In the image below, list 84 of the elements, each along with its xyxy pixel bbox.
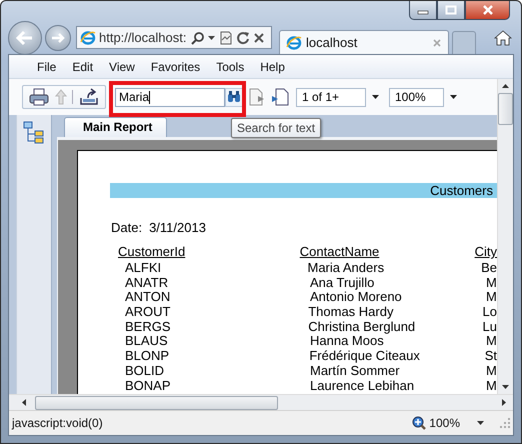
stop-icon[interactable] <box>253 32 266 44</box>
menu-item[interactable]: File <box>29 60 64 74</box>
forward-button[interactable] <box>45 24 71 50</box>
home-icon[interactable] <box>494 30 512 46</box>
tab-title: localhost <box>306 35 358 50</box>
table-cell-text: M <box>485 364 497 378</box>
back-button[interactable] <box>8 20 42 54</box>
table-cell-text: BOLID <box>124 364 166 378</box>
close-button[interactable] <box>465 1 510 20</box>
menu-item[interactable]: Favorites <box>142 60 208 74</box>
dropdown-arrow-icon[interactable] <box>477 420 485 426</box>
table-cell-text: BLAUS <box>124 334 169 350</box>
page-arrow-icon[interactable] <box>271 88 289 106</box>
table-cell-text: M <box>485 290 497 306</box>
table-cell-text: Lu <box>482 320 497 334</box>
resize-grip-icon[interactable] <box>500 418 510 428</box>
maximize-button[interactable] <box>437 1 465 20</box>
table-cell-text: M <box>485 276 497 290</box>
table-cell-text: Christina Berglund <box>307 320 416 334</box>
tree-icon[interactable] <box>23 121 45 145</box>
menu-item[interactable]: Tools <box>208 60 252 74</box>
maximize-icon <box>445 5 457 15</box>
page-field[interactable]: 1 of 1+ <box>296 88 366 106</box>
table-cell-text: BONAP <box>124 378 172 394</box>
table-cell-text: ANTON <box>124 290 172 306</box>
export-icon[interactable] <box>79 88 100 106</box>
globe-e-icon <box>80 30 96 46</box>
scroll-thumb[interactable] <box>35 396 278 410</box>
page-arrow-icon[interactable] <box>248 88 266 106</box>
table-cell-text: ALFKI <box>124 261 162 276</box>
table-cell-text: ANATR <box>124 276 170 290</box>
vertical-scrollbar[interactable] <box>497 79 513 394</box>
table-cell-text: BERGS <box>124 320 172 334</box>
close-icon <box>482 5 494 15</box>
table-cell-text: Frédérique Citeaux <box>308 349 421 364</box>
column-header: ContactName <box>300 243 380 261</box>
address-text: http://localhost: <box>99 30 186 45</box>
table-cell-text: Be <box>480 261 497 276</box>
scroll-right-icon[interactable] <box>501 398 507 406</box>
table-cell-text: Hanna Moos <box>309 334 384 350</box>
report-title: Customers <box>430 183 493 198</box>
address-field[interactable]: http://localhost: <box>76 26 272 49</box>
dropdown-arrow-icon[interactable] <box>208 34 216 40</box>
column-header: City <box>474 243 497 261</box>
table-cell-text: Thomas Hardy <box>307 305 394 320</box>
search-field[interactable]: Maria <box>115 88 225 106</box>
table-cell-text: AROUT <box>124 305 172 320</box>
report-tab[interactable]: Main Report <box>64 117 168 137</box>
menu-item[interactable]: Edit <box>64 60 102 74</box>
date-value: 3/11/2013 <box>149 220 206 235</box>
print-icon[interactable] <box>28 88 49 106</box>
table-cell-text: M <box>485 334 497 350</box>
scroll-thumb[interactable] <box>498 93 513 125</box>
zoom-field[interactable]: 100% <box>389 88 444 106</box>
scroll-left-icon[interactable] <box>21 398 27 406</box>
column-header: CustomerId <box>117 243 186 261</box>
scroll-up-icon[interactable] <box>502 83 510 89</box>
table-cell-text: Lo <box>482 305 497 320</box>
date-label: Date: <box>111 220 142 235</box>
scroll-down-icon[interactable] <box>502 384 510 390</box>
table-cell-text: BLONP <box>124 349 170 364</box>
table-cell-text: Martín Sommer <box>309 364 401 378</box>
find-button[interactable] <box>225 88 243 106</box>
table-cell-text: Antonio Moreno <box>309 290 403 306</box>
dropdown-arrow-icon[interactable] <box>450 94 458 100</box>
minimize-button[interactable] <box>409 1 437 20</box>
table-cell-text: Ana Trujillo <box>309 276 376 290</box>
globe-e-icon <box>286 34 302 50</box>
refresh-icon[interactable] <box>236 30 250 44</box>
table-cell-text: St <box>484 349 497 364</box>
search-icon[interactable] <box>191 30 206 44</box>
tooltip: Search for text <box>231 118 322 138</box>
browser-tab[interactable]: localhost <box>279 30 449 54</box>
table-cell-text: Laurence Lebihan <box>309 378 416 394</box>
table-cell-text: M <box>485 378 497 394</box>
status-text: javascript:void(0) <box>12 416 104 430</box>
horizontal-scrollbar[interactable] <box>9 394 513 410</box>
table-cell-text: Maria Anders <box>306 261 386 276</box>
dropdown-arrow-icon[interactable] <box>372 94 380 100</box>
binoculars-icon <box>227 91 241 103</box>
zoom-icon[interactable] <box>412 416 426 430</box>
zoom-level[interactable]: 100% <box>429 416 460 430</box>
menu-item[interactable]: Help <box>252 60 293 74</box>
menu-item[interactable]: View <box>101 60 143 74</box>
